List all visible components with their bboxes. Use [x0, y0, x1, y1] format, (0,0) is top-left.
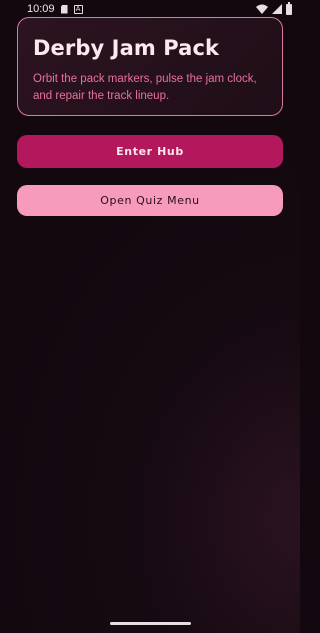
status-left: 10:09 A [27, 3, 83, 15]
sd-card-icon [60, 4, 68, 14]
open-quiz-menu-button[interactable]: Open Quiz Menu [17, 185, 283, 216]
battery-icon [286, 1, 292, 15]
home-indicator[interactable] [110, 622, 191, 625]
status-time: 10:09 [27, 3, 55, 15]
status-bar: 10:09 A [0, 0, 300, 18]
header-card: Derby Jam Pack Orbit the pack markers, p… [17, 17, 283, 116]
a-icon: A [73, 4, 83, 14]
status-right [256, 1, 292, 15]
signal-icon [272, 4, 282, 14]
wifi-icon [256, 4, 268, 14]
page-title: Derby Jam Pack [33, 36, 220, 60]
page-subtitle: Orbit the pack markers, pulse the jam cl… [33, 73, 257, 102]
enter-hub-button[interactable]: Enter Hub [17, 135, 283, 168]
